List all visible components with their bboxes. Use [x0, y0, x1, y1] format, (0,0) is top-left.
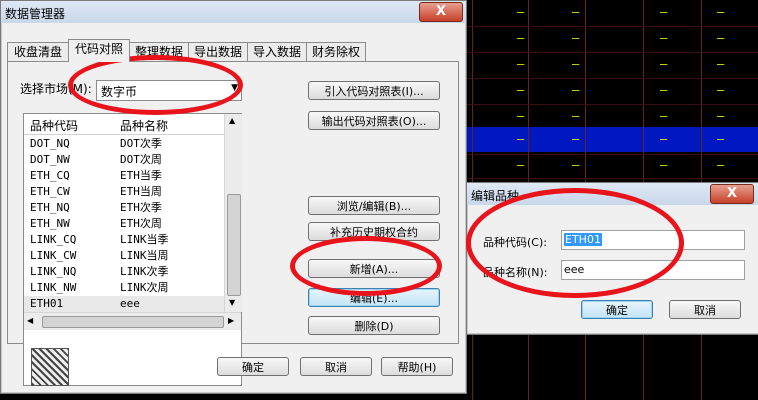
tab-organize-data[interactable]: 整理数据 [129, 42, 189, 61]
help-button[interactable]: 帮助(H) [381, 357, 453, 376]
scroll-up-icon[interactable]: ▲ [229, 116, 235, 125]
list-item[interactable]: ETH_NQ ETH次季 [24, 200, 224, 216]
browse-edit-button[interactable]: 浏览/编辑(B)... [308, 196, 440, 215]
list-item[interactable]: ETH_CW ETH当周 [24, 184, 224, 200]
symbol-list[interactable]: 品种代码 品种名称 DOT_NQ DOT次季 DOT_NW DOT次周 ETH_CQ… [23, 113, 242, 386]
list-item[interactable]: DOT_NW DOT次周 [24, 152, 224, 168]
window-title: 数据管理器 [5, 7, 66, 21]
list-item[interactable]: LINK_CW LINK当周 [24, 248, 224, 264]
list-header: 品种代码 品种名称 [24, 114, 224, 135]
tab-close-clear[interactable]: 收盘清盘 [7, 42, 69, 61]
list-item[interactable]: DOT_NQ DOT次季 [24, 136, 224, 152]
market-select-value: 数字币 [101, 85, 138, 99]
scroll-thumb[interactable] [227, 194, 241, 296]
grid-dots-icon [31, 348, 69, 386]
code-field[interactable]: ETH01 [561, 230, 745, 250]
code-field-value: ETH01 [564, 233, 602, 246]
list-item[interactable]: ETH_CQ ETH当季 [24, 168, 224, 184]
add-button[interactable]: 新增(A)... [308, 259, 440, 278]
edit-dialog-title: 编辑品种 [471, 189, 520, 203]
scroll-right-icon[interactable]: ▶ [228, 316, 234, 325]
ok-button[interactable]: 确定 [217, 357, 289, 376]
list-item[interactable]: LINK_CQ LINK当季 [24, 232, 224, 248]
tab-page: 选择市场(M): 数字币 ▼ 品种代码 品种名称 DOT_NQ DOT次季 DOT… [7, 61, 459, 386]
supplement-options-button[interactable]: 补充历史期权合约 [308, 222, 440, 241]
delete-button[interactable]: 删除(D) [308, 316, 440, 335]
edit-cancel-button[interactable]: 取消 [669, 300, 741, 319]
list-item[interactable]: ETH_NW ETH次周 [24, 216, 224, 232]
tab-export-data[interactable]: 导出数据 [188, 42, 248, 61]
scroll-left-icon[interactable]: ◀ [27, 316, 33, 325]
code-label: 品种代码(C): [483, 236, 547, 249]
data-manager-dialog: 数据管理器 X 收盘清盘 代码对照 整理数据 导出数据 导入数据 财务除权 选择… [0, 0, 467, 394]
list-item-selected[interactable]: ETH01 eee [24, 296, 224, 312]
vertical-scrollbar[interactable]: ▲ ▼ [224, 114, 242, 312]
name-field[interactable]: eee [561, 260, 745, 280]
horizontal-scrollbar[interactable]: ◀ ▶ [24, 312, 241, 330]
market-select[interactable]: 数字币 ▼ [96, 80, 242, 101]
market-label: 选择市场(M): [20, 82, 92, 96]
cancel-button[interactable]: 取消 [300, 357, 372, 376]
name-field-value: eee [564, 263, 585, 276]
tab-code-mapping[interactable]: 代码对照 [68, 39, 130, 62]
close-button[interactable]: X [419, 2, 463, 22]
column-header-code[interactable]: 品种代码 [30, 117, 78, 134]
edit-ok-button[interactable]: 确定 [581, 300, 653, 319]
export-mapping-button[interactable]: 输出代码对照表(O)... [308, 111, 440, 130]
selected-row-highlight [465, 127, 758, 152]
h-scroll-thumb[interactable] [42, 316, 224, 328]
edit-item-dialog: 编辑品种 X 品种代码(C): ETH01 品种名称(N): eee 确定 取消 [466, 182, 758, 335]
column-header-name[interactable]: 品种名称 [120, 117, 168, 134]
edit-close-button[interactable]: X [710, 184, 754, 204]
list-item[interactable]: LINK_NW LINK次周 [24, 280, 224, 296]
import-mapping-button[interactable]: 引入代码对照表(I)... [308, 81, 440, 100]
scroll-down-icon[interactable]: ▼ [229, 298, 235, 307]
name-label: 品种名称(N): [483, 266, 548, 279]
edit-button[interactable]: 编辑(E)... [308, 288, 440, 307]
list-item[interactable]: LINK_NQ LINK次季 [24, 264, 224, 280]
tab-import-data[interactable]: 导入数据 [247, 42, 307, 61]
data-manager-titlebar: 数据管理器 [1, 1, 466, 23]
tab-financial-exright[interactable]: 财务除权 [306, 42, 366, 61]
list-body: DOT_NQ DOT次季 DOT_NW DOT次周 ETH_CQ ETH当季 ETH_… [24, 136, 224, 312]
chevron-down-icon: ▼ [231, 83, 238, 93]
